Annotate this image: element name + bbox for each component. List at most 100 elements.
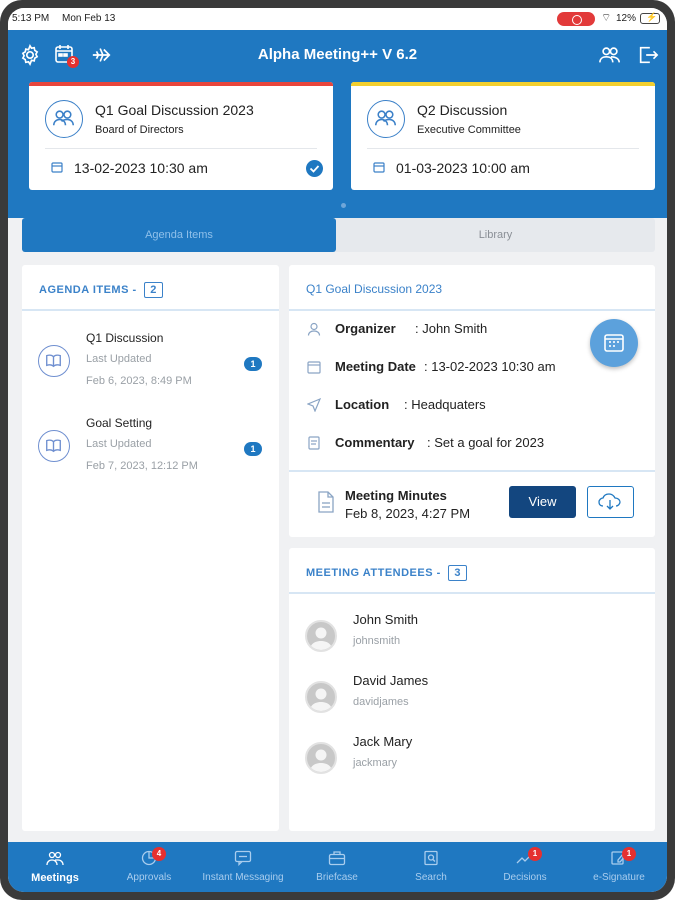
- meeting-committee: Executive Committee: [417, 124, 521, 136]
- meeting-title: Q1 Goal Discussion 2023: [95, 102, 254, 118]
- calendar-fab[interactable]: [590, 319, 638, 367]
- attendee-row[interactable]: Jack Mary jackmary: [289, 730, 655, 790]
- avatar: [305, 681, 337, 713]
- group-icon: [45, 100, 83, 138]
- location-arrow-icon: [307, 398, 321, 412]
- book-icon: [38, 430, 70, 462]
- attendee-row[interactable]: David James davidjames: [289, 669, 655, 729]
- search-icon: [424, 850, 438, 866]
- divider: [367, 148, 639, 149]
- view-minutes-button[interactable]: View: [509, 486, 576, 518]
- tab-agenda-items[interactable]: Agenda Items: [22, 218, 336, 252]
- group-icon: [367, 100, 405, 138]
- briefcase-icon: [328, 851, 346, 866]
- download-minutes-button[interactable]: [587, 486, 634, 518]
- status-bar: 5:13 PM Mon Feb 13 ⌔ 12%: [8, 8, 667, 30]
- divider: [45, 148, 317, 149]
- tab-label: Approvals: [126, 872, 172, 883]
- agenda-item-title: Goal Setting: [86, 416, 153, 430]
- book-icon: [38, 345, 70, 377]
- meeting-card-accent: [351, 82, 655, 86]
- logout-icon[interactable]: [636, 44, 660, 66]
- tab-decisions[interactable]: 1 Decisions: [478, 842, 572, 892]
- person-icon: [307, 322, 321, 336]
- calendar-icon: [307, 361, 321, 374]
- people-icon: [46, 851, 64, 866]
- bottom-tab-bar: Meetings 4 Approvals Instant Messaging B…: [8, 842, 667, 892]
- details-heading: Q1 Goal Discussion 2023: [306, 282, 443, 296]
- calendar-icon: [51, 162, 63, 173]
- tab-search[interactable]: Search: [384, 842, 478, 892]
- tab-badge: 1: [622, 847, 636, 861]
- attendee-username: jackmary: [353, 757, 398, 769]
- attendee-username: davidjames: [353, 696, 409, 708]
- agenda-item-date: Feb 7, 2023, 12:12 PM: [86, 460, 198, 472]
- screen-record-icon: [557, 12, 595, 26]
- location-value: : Headquaters: [404, 397, 486, 412]
- tab-label: Briefcase: [316, 872, 358, 883]
- meeting-card[interactable]: Q1 Goal Discussion 2023 Board of Directo…: [29, 82, 333, 190]
- commentary-value: : Set a goal for 2023: [427, 435, 545, 450]
- agenda-item-badge: 1: [244, 357, 262, 371]
- tab-label: Instant Messaging: [202, 872, 284, 883]
- organizer-value: : John Smith: [415, 321, 488, 336]
- status-time: 5:13 PM: [12, 13, 50, 24]
- agenda-item-title: Q1 Discussion: [86, 331, 164, 345]
- details-header: Q1 Goal Discussion 2023: [289, 265, 655, 311]
- chat-icon: [234, 850, 252, 866]
- users-icon[interactable]: [598, 44, 622, 66]
- document-icon: [318, 491, 334, 513]
- tab-briefcase[interactable]: Briefcase: [290, 842, 384, 892]
- status-date: Mon Feb 13: [62, 13, 116, 24]
- tab-library[interactable]: Library: [336, 218, 655, 252]
- commentary-label: Commentary: [335, 435, 415, 450]
- agenda-item[interactable]: Goal Setting Last Updated Feb 7, 2023, 1…: [22, 408, 279, 488]
- tab-badge: 1: [528, 847, 542, 861]
- agenda-item-updated-label: Last Updated: [86, 353, 152, 365]
- segmented-control: Agenda Items Library: [22, 218, 655, 252]
- device-frame: 5:13 PM Mon Feb 13 ⌔ 12% 3 Alpha Meeting…: [0, 0, 675, 900]
- meeting-committee: Board of Directors: [95, 124, 184, 136]
- attendees-header: MEETING ATTENDEES - 3: [289, 548, 655, 594]
- agenda-panel: AGENDA ITEMS - 2 Q1 Discussion Last Upda…: [22, 265, 279, 831]
- divider: [289, 470, 655, 472]
- screen: 5:13 PM Mon Feb 13 ⌔ 12% 3 Alpha Meeting…: [8, 8, 667, 892]
- tab-instant-messaging[interactable]: Instant Messaging: [196, 842, 290, 892]
- selected-check-icon: [306, 160, 323, 177]
- meeting-date-value: : 13-02-2023 10:30 am: [424, 359, 556, 374]
- meeting-datetime: 01-03-2023 10:00 am: [396, 160, 530, 176]
- tab-label: Meetings: [31, 872, 79, 884]
- meeting-minutes-title: Meeting Minutes: [345, 488, 447, 503]
- tab-meetings[interactable]: Meetings: [8, 842, 102, 892]
- tab-badge: 4: [152, 847, 166, 861]
- tab-approvals[interactable]: 4 Approvals: [102, 842, 196, 892]
- agenda-item-date: Feb 6, 2023, 8:49 PM: [86, 375, 192, 387]
- attendee-row[interactable]: John Smith johnsmith: [289, 608, 655, 668]
- agenda-header: AGENDA ITEMS - 2: [22, 265, 279, 311]
- agenda-heading: AGENDA ITEMS -: [39, 284, 137, 296]
- attendees-heading: MEETING ATTENDEES -: [306, 567, 441, 579]
- meeting-card-accent: [29, 82, 333, 86]
- meeting-date-label: Meeting Date: [335, 359, 416, 374]
- meeting-datetime: 13-02-2023 10:30 am: [74, 160, 208, 176]
- attendees-count: 3: [448, 565, 467, 581]
- tab-label: e-Signature: [593, 872, 645, 883]
- wifi-icon: ⌔: [601, 12, 612, 24]
- tab-e-signature[interactable]: 1 e-Signature: [572, 842, 666, 892]
- location-label: Location: [335, 397, 390, 412]
- attendee-username: johnsmith: [353, 635, 401, 647]
- avatar: [305, 620, 337, 652]
- agenda-item-badge: 1: [244, 442, 262, 456]
- attendee-name: David James: [353, 673, 429, 688]
- meeting-minutes-date: Feb 8, 2023, 4:27 PM: [345, 506, 471, 521]
- calendar-icon: [373, 162, 385, 173]
- meeting-card[interactable]: Q2 Discussion Executive Committee 01-03-…: [351, 82, 655, 190]
- agenda-item[interactable]: Q1 Discussion Last Updated Feb 6, 2023, …: [22, 323, 279, 403]
- app-title: Alpha Meeting++ V 6.2: [257, 46, 418, 63]
- attendees-panel: MEETING ATTENDEES - 3 John Smith johnsmi…: [289, 548, 655, 831]
- battery-percent: 12%: [616, 13, 637, 24]
- attendee-name: Jack Mary: [353, 734, 413, 749]
- tab-label: Decisions: [503, 872, 547, 883]
- attendee-name: John Smith: [353, 612, 419, 627]
- agenda-count: 2: [144, 282, 163, 298]
